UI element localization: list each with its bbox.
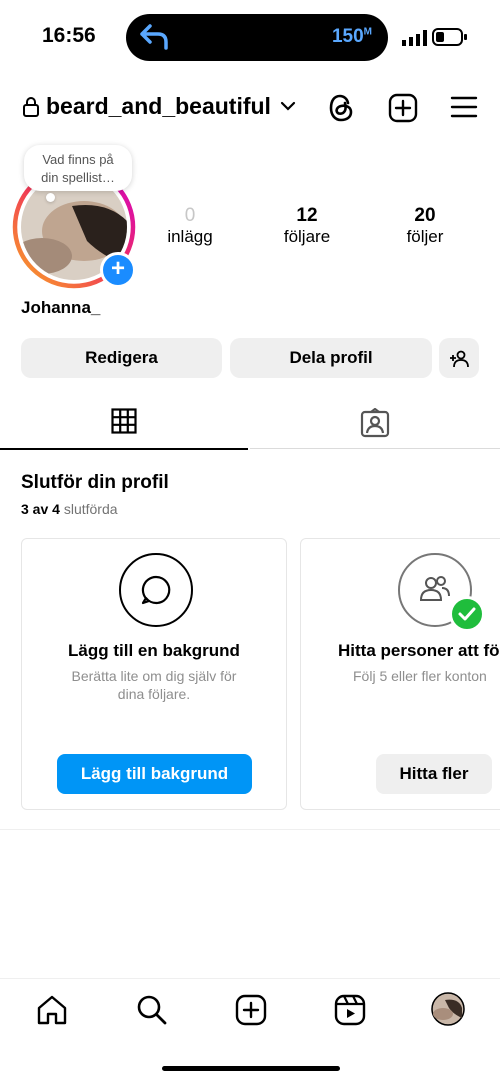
add-story-icon[interactable]: + (100, 252, 136, 288)
share-profile-button[interactable]: Dela profil (230, 338, 432, 378)
add-bio-button[interactable]: Lägg till bakgrund (57, 754, 252, 794)
stat-following-value: 20 (414, 205, 436, 226)
stat-followers-label: följare (283, 227, 331, 246)
stat-posts-label: inlägg (167, 227, 213, 246)
stat-following-label: följer (406, 227, 444, 246)
card-description: Följ 5 eller fler konton (353, 668, 487, 684)
complete-profile-title: Slutför din profil (21, 472, 169, 493)
grid-icon (111, 408, 137, 439)
tagged-person-icon (360, 407, 390, 443)
battery-icon (432, 28, 468, 51)
timer-readout: 150M (331, 26, 372, 47)
signal-icon (402, 30, 428, 51)
stat-posts[interactable]: 0 inlägg (155, 205, 225, 247)
find-people-card: Hitta personer att följa Följ 5 eller fl… (300, 538, 500, 810)
card-icon-circle (119, 553, 193, 627)
account-username[interactable]: beard_and_beautiful (46, 93, 271, 120)
find-more-button[interactable]: Hitta fler (376, 754, 492, 794)
back-arrow-icon (138, 22, 170, 57)
chevron-down-icon[interactable] (280, 100, 296, 118)
note-bubble[interactable]: Vad finns på din spellist… (24, 145, 132, 191)
create-icon[interactable] (235, 994, 267, 1031)
search-icon[interactable] (136, 994, 168, 1031)
note-tail (46, 193, 55, 202)
display-name: Johanna_ (21, 298, 101, 317)
stat-followers[interactable]: 12 följare (270, 205, 344, 247)
section-divider (0, 829, 500, 830)
profile-tab-avatar[interactable] (431, 992, 465, 1031)
dynamic-island[interactable]: 150M (126, 14, 388, 61)
threads-icon[interactable] (327, 92, 357, 129)
tab-tagged[interactable] (250, 400, 500, 449)
complete-profile-progress: 3 av 4 slutförda (21, 501, 118, 517)
speech-bubble-icon (140, 574, 172, 611)
stat-followers-value: 12 (296, 205, 318, 226)
create-post-icon[interactable] (388, 93, 418, 128)
people-icon (418, 573, 452, 610)
reels-icon[interactable] (334, 994, 366, 1031)
discover-people-button[interactable] (439, 338, 479, 378)
status-time: 16:56 (42, 24, 96, 47)
home-indicator (162, 1066, 340, 1071)
lock-icon (22, 96, 40, 123)
checkmark-icon (449, 596, 485, 632)
nav-divider (0, 978, 500, 979)
home-icon[interactable] (36, 994, 68, 1031)
card-title: Hitta personer att följa (338, 641, 500, 660)
edit-profile-button[interactable]: Redigera (21, 338, 222, 378)
stat-following[interactable]: 20 följer (390, 205, 460, 247)
note-line-1: Vad finns på (42, 152, 114, 167)
stat-posts-value: 0 (184, 205, 196, 226)
menu-icon[interactable] (450, 95, 478, 124)
card-description: Berätta lite om dig själv för dina följa… (71, 668, 237, 702)
card-title: Lägg till en bakgrund (68, 641, 240, 660)
add-person-icon (449, 348, 469, 367)
tab-posts-grid[interactable] (0, 400, 248, 450)
note-line-2: din spellist… (41, 170, 115, 185)
add-bio-card: Lägg till en bakgrund Berätta lite om di… (21, 538, 287, 810)
